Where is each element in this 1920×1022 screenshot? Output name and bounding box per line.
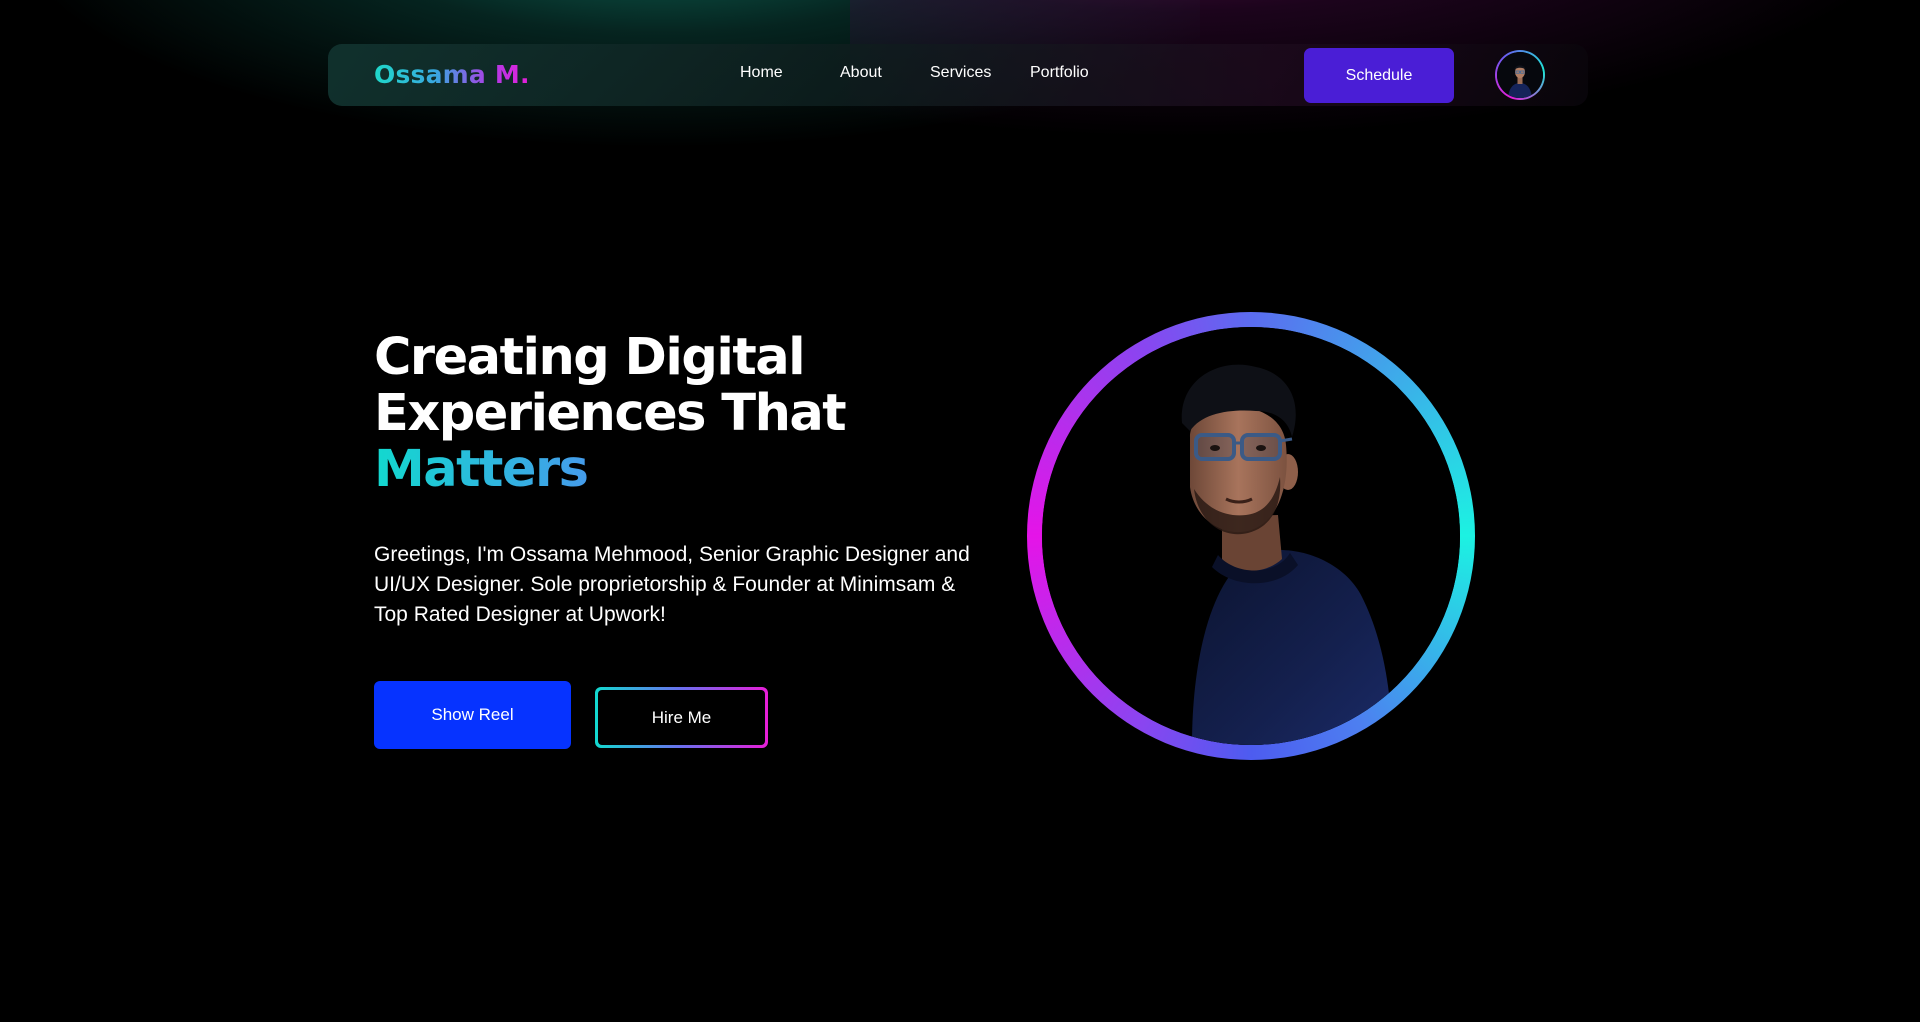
nav-link-about[interactable]: About bbox=[840, 64, 882, 82]
avatar[interactable] bbox=[1495, 50, 1545, 100]
hero-description: Greetings, I'm Ossama Mehmood, Senior Gr… bbox=[374, 543, 970, 626]
navbar: Ossama M. Home About Services Portfolio … bbox=[328, 44, 1588, 106]
show-reel-button[interactable]: Show Reel bbox=[374, 681, 571, 749]
profile-photo-icon bbox=[1497, 52, 1543, 98]
portrait-frame bbox=[1027, 312, 1475, 760]
hero-title: Creating Digital Experiences That Matter… bbox=[374, 330, 1014, 498]
schedule-button[interactable]: Schedule bbox=[1304, 48, 1454, 103]
hero-title-line-2: Experiences That bbox=[374, 384, 847, 443]
nav-link-home[interactable]: Home bbox=[740, 64, 783, 82]
hero-title-accent: Matters bbox=[374, 442, 1014, 498]
hero-title-line-1: Creating Digital bbox=[374, 328, 806, 387]
nav-link-services[interactable]: Services bbox=[930, 64, 991, 82]
portrait-photo bbox=[1042, 327, 1460, 745]
hire-me-button[interactable]: Hire Me bbox=[595, 687, 768, 748]
page: Ossama M. Home About Services Portfolio … bbox=[0, 0, 1920, 1022]
nav-link-portfolio[interactable]: Portfolio bbox=[1030, 64, 1089, 82]
hire-me-button-label: Hire Me bbox=[598, 690, 765, 745]
